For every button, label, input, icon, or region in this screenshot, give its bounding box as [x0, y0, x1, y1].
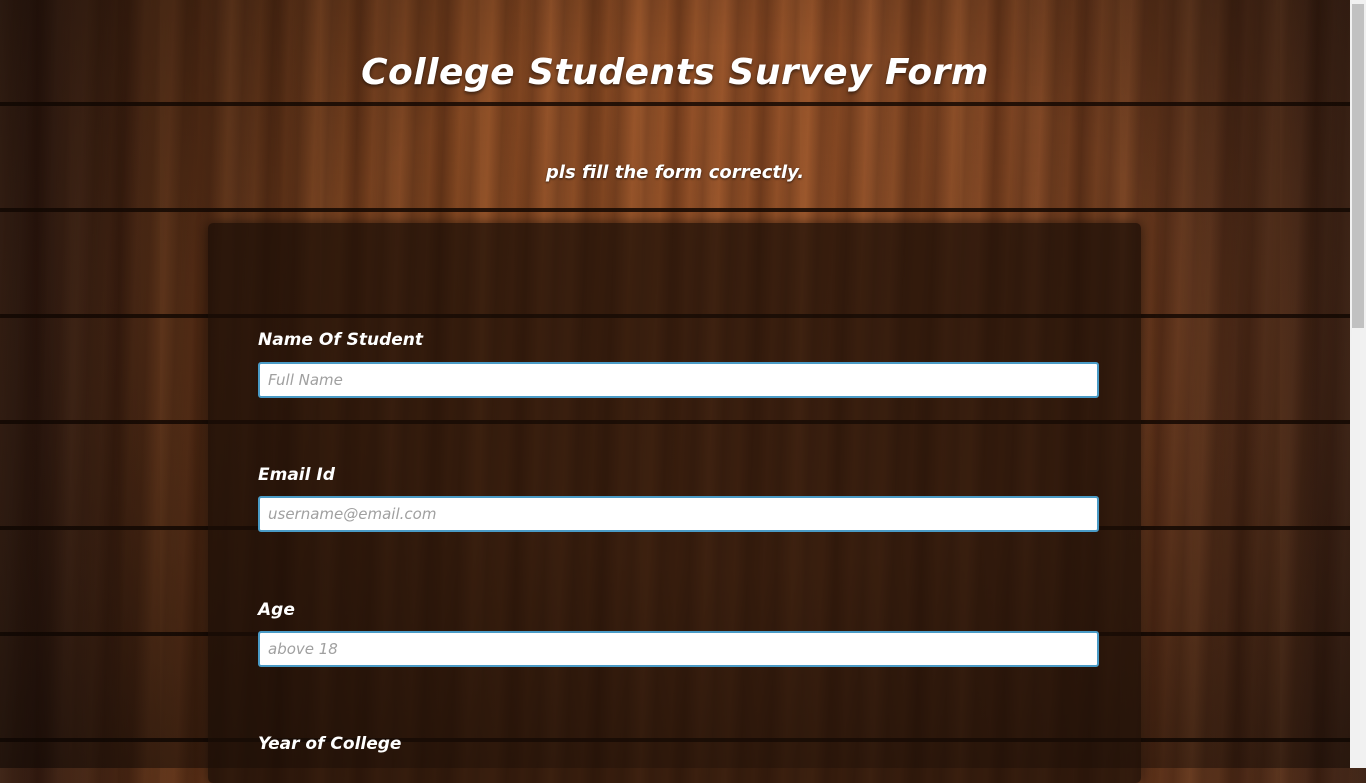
age-input[interactable] [258, 631, 1099, 667]
scrollbar-thumb[interactable] [1352, 4, 1364, 328]
email-input[interactable] [258, 496, 1099, 532]
name-label: Name Of Student [258, 330, 424, 350]
name-input[interactable] [258, 362, 1099, 398]
year-of-college-label: Year of College [258, 734, 402, 754]
email-label: Email Id [258, 465, 335, 485]
survey-page: College Students Survey Form pls fill th… [0, 0, 1350, 783]
page-title: College Students Survey Form [361, 52, 989, 93]
page-scrollbar[interactable] [1350, 0, 1366, 768]
age-label: Age [258, 600, 295, 620]
page-subtitle: pls fill the form correctly. [545, 162, 805, 183]
